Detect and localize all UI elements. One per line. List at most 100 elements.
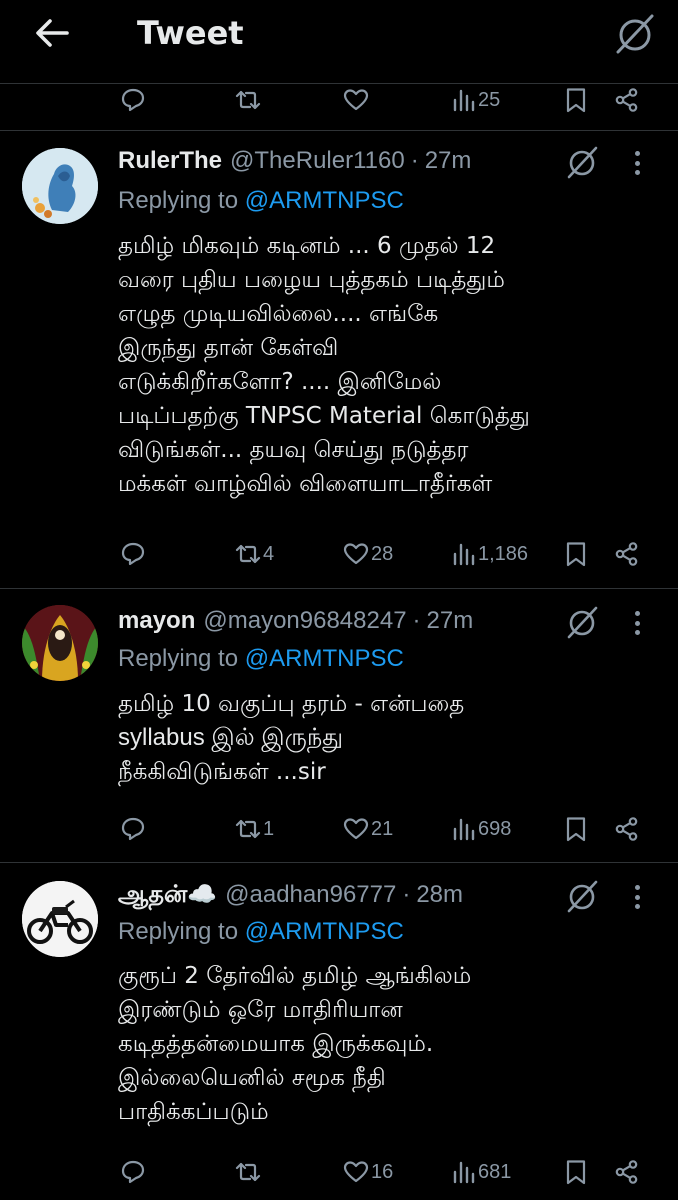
share-icon xyxy=(615,542,638,566)
like-button[interactable]: 16 xyxy=(343,1157,393,1187)
reply-tweet[interactable]: RulerThe @TheRuler1160 · 27m Replying to… xyxy=(0,131,678,589)
tweet-text-line: தமிழ் மிகவும் கடினம் ... 6 முதல் 12 xyxy=(118,233,496,259)
user-handle[interactable]: @TheRuler1160 xyxy=(230,147,405,175)
tweet-text-line: விடுங்கள்... தயவு செய்து நடுத்தர xyxy=(118,437,469,463)
share-button[interactable] xyxy=(614,85,640,115)
bar-chart-icon xyxy=(453,818,475,841)
bookmark-button[interactable] xyxy=(563,1157,589,1187)
replying-label: Replying to xyxy=(118,187,239,214)
avatar-image xyxy=(22,881,98,957)
reply-tweet[interactable]: ஆதன்☁️ @aadhan96777 · 28m Replying to @A… xyxy=(0,863,678,1200)
mention-link[interactable]: @ARMTNPSC xyxy=(245,645,404,672)
like-count: 16 xyxy=(371,1160,394,1183)
bar-chart-icon xyxy=(453,543,475,566)
share-button[interactable] xyxy=(614,539,640,569)
tweet-text-line: படிப்பதற்கு TNPSC Material கொடுத்து xyxy=(118,403,530,429)
mention-link[interactable]: @ARMTNPSC xyxy=(245,187,404,214)
circle-slash-icon[interactable] xyxy=(614,12,656,54)
share-button[interactable] xyxy=(614,1157,640,1187)
bookmark-icon xyxy=(566,88,586,113)
display-name[interactable]: mayon xyxy=(118,607,195,635)
tweet-text-line: நீக்கிவிடுங்கள் ...sir xyxy=(118,759,326,785)
reply-button[interactable] xyxy=(120,814,146,844)
retweet-button[interactable] xyxy=(235,85,261,115)
like-count: 21 xyxy=(371,817,394,840)
tweet-text-line: கடிதத்தன்மையாக இருக்கவும். xyxy=(118,1031,434,1057)
separator-dot: · xyxy=(410,147,419,174)
tweet-text-line: இருந்து தான் கேள்வி xyxy=(118,335,339,361)
bookmark-button[interactable] xyxy=(563,814,589,844)
avatar-image xyxy=(22,605,98,681)
tweet-text: தமிழ் மிகவும் கடினம் ... 6 முதல் 12 வரை … xyxy=(118,229,663,501)
avatar[interactable] xyxy=(22,148,98,224)
user-handle[interactable]: @aadhan96777 xyxy=(225,881,396,909)
arrow-left-icon xyxy=(36,19,69,47)
heart-icon xyxy=(343,1161,369,1183)
reply-icon xyxy=(121,817,145,841)
like-button[interactable] xyxy=(343,85,369,115)
timestamp[interactable]: 27m xyxy=(425,147,472,175)
avatar[interactable] xyxy=(22,605,98,681)
back-button[interactable] xyxy=(30,14,74,52)
like-button[interactable]: 28 xyxy=(343,539,393,569)
timestamp[interactable]: 27m xyxy=(427,607,474,635)
replying-to: Replying to @ARMTNPSC xyxy=(118,918,404,952)
more-options-icon[interactable] xyxy=(627,608,647,638)
reply-icon xyxy=(121,1160,145,1184)
bookmark-icon xyxy=(566,817,586,842)
retweet-button[interactable] xyxy=(235,1157,263,1187)
bookmark-icon xyxy=(566,542,586,567)
display-name[interactable]: RulerThe xyxy=(118,147,222,175)
retweet-icon xyxy=(235,819,261,839)
action-bar: 16 681 xyxy=(0,1157,678,1187)
reply-icon xyxy=(121,88,145,112)
views-button[interactable]: 698 xyxy=(452,814,511,844)
retweet-count: 4 xyxy=(263,542,275,565)
reply-tweet[interactable]: mayon @mayon96848247 · 27m Replying to @… xyxy=(0,589,678,863)
tweet-text-line: இரண்டும் ஒரே மாதிரியான xyxy=(118,997,403,1023)
share-icon xyxy=(615,88,638,112)
more-options-icon[interactable] xyxy=(627,148,647,178)
bookmark-button[interactable] xyxy=(563,85,589,115)
circle-slash-icon[interactable] xyxy=(565,145,599,179)
replying-to: Replying to @ARMTNPSC xyxy=(118,187,404,221)
action-bar: 25 xyxy=(0,85,678,115)
like-count: 28 xyxy=(371,542,394,565)
circle-slash-icon[interactable] xyxy=(565,879,599,913)
view-count: 25 xyxy=(478,88,501,111)
action-bar: 1 21 698 xyxy=(0,814,678,844)
retweet-button[interactable]: 1 xyxy=(235,814,274,844)
tweet-text-line: syllabus இல் இருந்து xyxy=(118,724,344,751)
timestamp[interactable]: 28m xyxy=(416,881,463,909)
views-button[interactable]: 25 xyxy=(452,85,500,115)
retweet-icon xyxy=(235,90,261,110)
mention-link[interactable]: @ARMTNPSC xyxy=(245,918,404,945)
views-button[interactable]: 1,186 xyxy=(452,539,528,569)
retweet-icon xyxy=(235,1162,261,1182)
bar-chart-icon xyxy=(453,89,475,112)
more-options-icon[interactable] xyxy=(627,882,647,912)
heart-icon xyxy=(343,89,369,111)
bookmark-icon xyxy=(566,1160,586,1185)
reply-button[interactable] xyxy=(120,1157,146,1187)
views-button[interactable]: 681 xyxy=(452,1157,511,1187)
circle-slash-icon[interactable] xyxy=(565,605,599,639)
view-count: 1,186 xyxy=(478,542,529,565)
bookmark-button[interactable] xyxy=(563,539,589,569)
top-bar: Tweet xyxy=(0,0,678,84)
tweet-text: தமிழ் 10 வகுப்பு தரம் - என்பதை syllabus … xyxy=(118,687,663,789)
display-name[interactable]: ஆதன்☁️ xyxy=(118,880,217,911)
user-handle[interactable]: @mayon96848247 xyxy=(203,607,406,635)
replying-to: Replying to @ARMTNPSC xyxy=(118,645,404,679)
share-button[interactable] xyxy=(614,814,640,844)
reply-button[interactable] xyxy=(120,539,146,569)
tweet-text-line: தமிழ் 10 வகுப்பு தரம் - என்பதை xyxy=(118,691,465,717)
reply-button[interactable] xyxy=(120,85,146,115)
bar-chart-icon xyxy=(453,1161,475,1184)
heart-icon xyxy=(343,818,369,840)
like-button[interactable]: 21 xyxy=(343,814,393,844)
replying-label: Replying to xyxy=(118,645,239,672)
view-count: 681 xyxy=(478,1160,512,1183)
avatar[interactable] xyxy=(22,881,98,957)
retweet-button[interactable]: 4 xyxy=(235,539,274,569)
